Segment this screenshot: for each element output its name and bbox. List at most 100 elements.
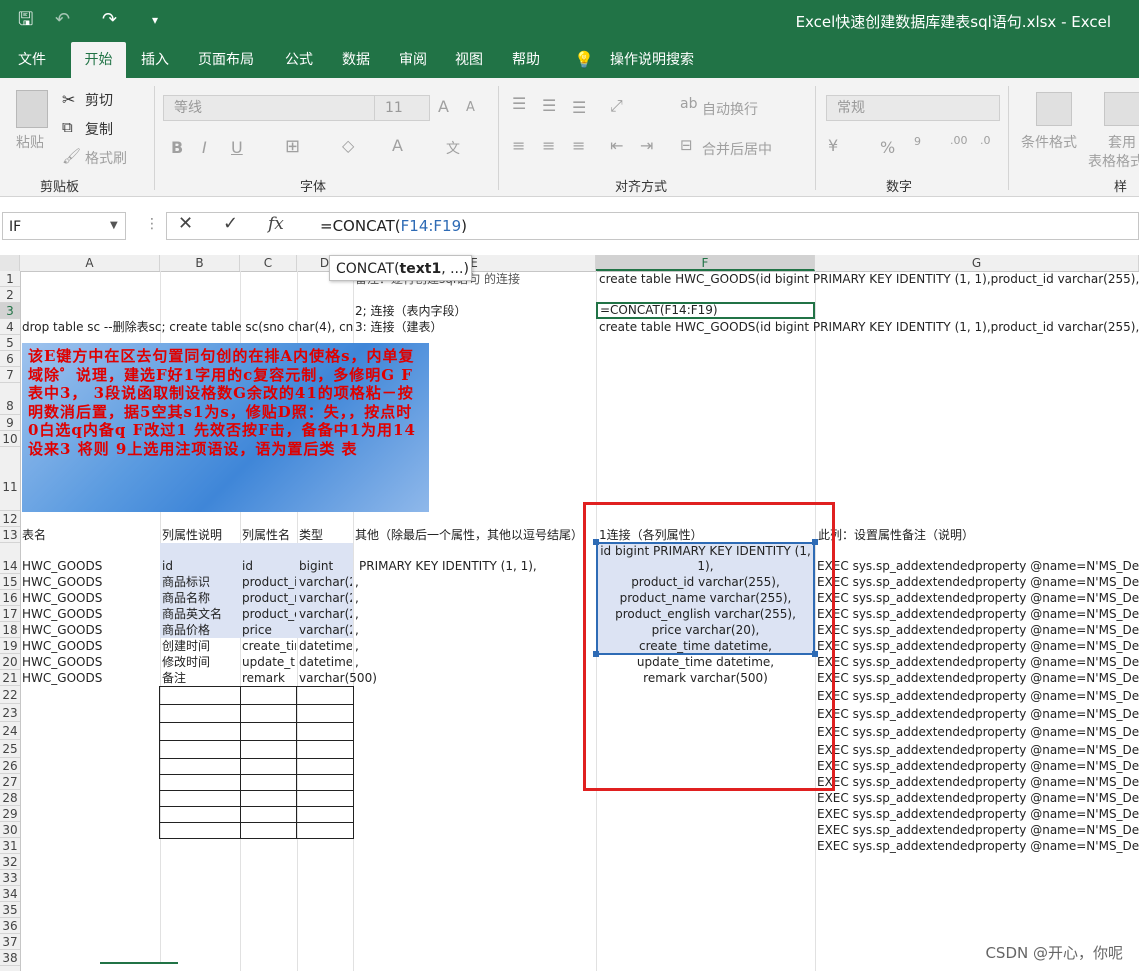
cell-c13[interactable]: 列属性名	[242, 527, 296, 543]
row-header[interactable]: 5	[0, 335, 20, 351]
row-header[interactable]: 36	[0, 918, 20, 934]
cell-a[interactable]: HWC_GOODS	[22, 558, 159, 574]
cell-e[interactable]: ,	[355, 606, 375, 622]
format-painter-button[interactable]: 格式刷	[85, 148, 127, 168]
column-header-g[interactable]: G	[815, 255, 1139, 271]
align-top-icon[interactable]: ☰	[512, 94, 526, 113]
row-header[interactable]: 10	[0, 431, 20, 447]
format-as-table-button-1[interactable]: 套用	[1108, 132, 1136, 152]
cell-b[interactable]: 商品价格	[162, 622, 239, 638]
align-bottom-icon[interactable]: ☰	[572, 98, 586, 117]
number-format-select[interactable]: 常规	[826, 95, 1000, 121]
cell-g-exec[interactable]: EXEC sys.sp_addextendedproperty @name=N'…	[817, 558, 1139, 574]
font-color-icon[interactable]: A	[392, 136, 403, 155]
row-header[interactable]: 3	[0, 303, 20, 319]
row-header[interactable]: 29	[0, 806, 20, 822]
row-header[interactable]: 28	[0, 790, 20, 806]
name-box[interactable]: IF	[2, 212, 126, 240]
save-icon[interactable]: 🖫	[18, 8, 33, 32]
column-header-c[interactable]: C	[240, 255, 297, 271]
tab-review[interactable]: 审阅	[388, 42, 438, 78]
formula-input[interactable]	[166, 212, 1139, 240]
cell-g-exec[interactable]: EXEC sys.sp_addextendedproperty @name=N'…	[817, 574, 1139, 590]
column-header-f[interactable]: F	[596, 255, 815, 271]
cell-a4[interactable]: drop table sc --删除表sc; create table sc(s…	[22, 319, 353, 335]
cell-c[interactable]: update_time	[242, 654, 296, 670]
conditional-format-button[interactable]: 条件格式	[1021, 132, 1077, 152]
cell-c[interactable]: product_name	[242, 590, 296, 606]
cell-g-exec[interactable]: EXEC sys.sp_addextendedproperty @name=N'…	[817, 654, 1139, 670]
cell-d[interactable]: datetime	[299, 638, 352, 654]
row-header[interactable]: 21	[0, 670, 20, 686]
cell-g13[interactable]: 此列：设置属性备注（说明）	[818, 527, 1138, 543]
cell-a[interactable]: HWC_GOODS	[22, 606, 159, 622]
align-middle-icon[interactable]: ☰	[542, 96, 556, 115]
decrease-indent-icon[interactable]: ⇤	[610, 136, 623, 155]
cell-d[interactable]: varchar(255)	[299, 606, 352, 622]
row-header[interactable]: 18	[0, 622, 20, 638]
tab-home[interactable]: 开始	[71, 42, 126, 78]
cell-e[interactable]: ,	[355, 574, 375, 590]
cell-e[interactable]: ,	[355, 622, 375, 638]
insert-function-icon[interactable]: fx	[268, 214, 284, 234]
cell-g-exec[interactable]: EXEC sys.sp_addextendedproperty @name=N'…	[817, 590, 1139, 606]
row-header[interactable]: 30	[0, 822, 20, 838]
row-header[interactable]: 34	[0, 886, 20, 902]
cell-a[interactable]: HWC_GOODS	[22, 638, 159, 654]
tab-view[interactable]: 视图	[444, 42, 494, 78]
row-header[interactable]: 2	[0, 287, 20, 303]
row-header[interactable]: 11	[0, 447, 20, 511]
cell-a[interactable]: HWC_GOODS	[22, 590, 159, 606]
cell-g-exec[interactable]: EXEC sys.sp_addextendedproperty @name=N'…	[817, 742, 1139, 758]
row-header[interactable]: 27	[0, 774, 20, 790]
cell-a[interactable]: HWC_GOODS	[22, 622, 159, 638]
cell-b[interactable]: 修改时间	[162, 654, 239, 670]
row-header[interactable]: 16	[0, 590, 20, 606]
sheet-tab[interactable]	[100, 962, 178, 973]
cell-d13[interactable]: 类型	[299, 527, 352, 543]
decrease-decimal-icon[interactable]: .0	[980, 134, 991, 147]
cell-g-exec[interactable]: EXEC sys.sp_addextendedproperty @name=N'…	[817, 638, 1139, 654]
cell-e14[interactable]: PRIMARY KEY IDENTITY (1, 1),	[359, 558, 595, 574]
cell-b[interactable]: id	[162, 558, 239, 574]
cell-c[interactable]: id	[242, 558, 296, 574]
cell-b[interactable]: 商品名称	[162, 590, 239, 606]
row-header[interactable]: 7	[0, 367, 20, 383]
align-center-icon[interactable]: ≡	[542, 136, 555, 155]
phonetic-icon[interactable]: 文	[446, 138, 460, 158]
cell-g-exec[interactable]: EXEC sys.sp_addextendedproperty @name=N'…	[817, 706, 1139, 722]
row-header[interactable]: 4	[0, 319, 20, 335]
cell-g-exec[interactable]: EXEC sys.sp_addextendedproperty @name=N'…	[817, 724, 1139, 740]
row-header[interactable]: 20	[0, 654, 20, 670]
cell-c[interactable]: price	[242, 622, 296, 638]
border-icon[interactable]: ⊞	[285, 136, 300, 157]
row-header[interactable]: 31	[0, 838, 20, 854]
active-cell-f3[interactable]: =CONCAT(F14:F19)	[596, 302, 815, 319]
cell-e3[interactable]: 2; 连接（表内字段）	[355, 303, 595, 319]
cell-g-exec[interactable]: EXEC sys.sp_addextendedproperty @name=N'…	[817, 622, 1139, 638]
grow-font-icon[interactable]: A	[438, 97, 449, 116]
cell-a[interactable]: HWC_GOODS	[22, 670, 159, 686]
cell-e[interactable]: ,	[355, 638, 375, 654]
align-left-icon[interactable]: ≡	[512, 136, 525, 155]
cell-d[interactable]: varchar(20)	[299, 622, 352, 638]
customize-qat-icon[interactable]: ▾	[152, 8, 158, 32]
redo-icon[interactable]: ↷	[102, 8, 117, 32]
paste-icon[interactable]	[16, 90, 48, 128]
cancel-icon[interactable]: ✕	[178, 213, 193, 234]
shrink-font-icon[interactable]: A	[466, 100, 475, 115]
row-header[interactable]: 25	[0, 740, 20, 758]
tab-data[interactable]: 数据	[331, 42, 381, 78]
increase-decimal-icon[interactable]: .00	[950, 134, 968, 147]
cell-a13[interactable]: 表名	[22, 527, 159, 543]
row-header[interactable]: 13	[0, 527, 20, 543]
row-header[interactable]: 23	[0, 704, 20, 722]
cell-a[interactable]: HWC_GOODS	[22, 654, 159, 670]
tab-insert[interactable]: 插入	[130, 42, 180, 78]
row-header[interactable]: 22	[0, 686, 20, 704]
row-header[interactable]: 17	[0, 606, 20, 622]
cut-button[interactable]: 剪切	[85, 90, 113, 110]
tab-formulas[interactable]: 公式	[274, 42, 324, 78]
paste-button[interactable]: 粘贴	[16, 132, 44, 152]
cell-c[interactable]: product_id	[242, 574, 296, 590]
